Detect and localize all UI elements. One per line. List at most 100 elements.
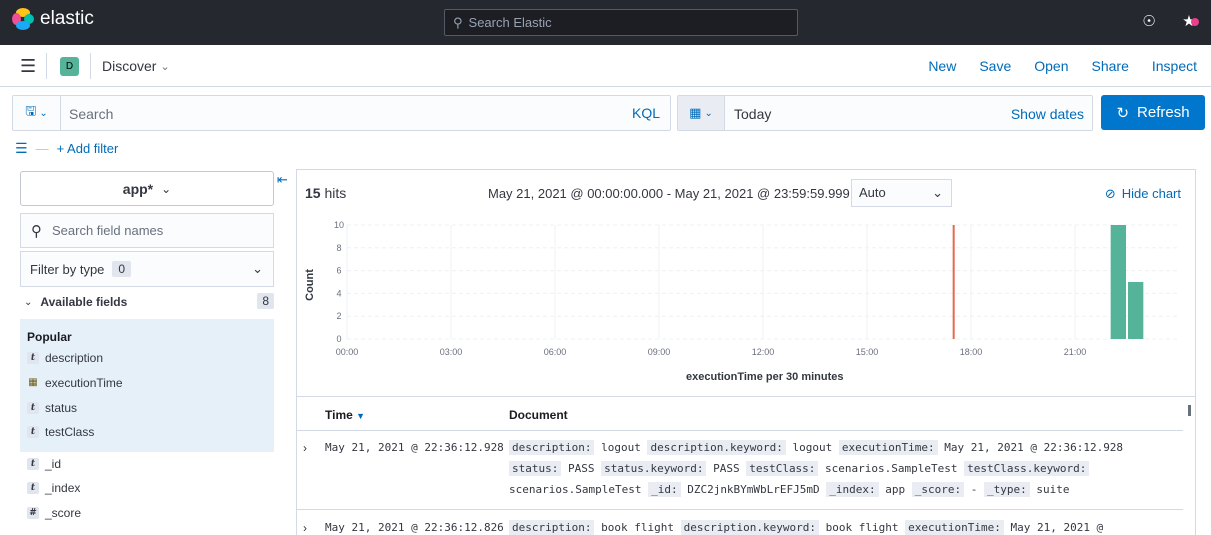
x-tick-label: 09:00 <box>648 347 671 357</box>
field-item[interactable]: t _id <box>27 457 61 471</box>
doc-field-value: book flight <box>819 521 906 534</box>
expand-row-icon[interactable]: › <box>303 521 307 535</box>
filter-by-type-label: Filter by type <box>30 261 105 277</box>
field-item[interactable]: t _index <box>27 481 80 495</box>
field-search-input[interactable]: ⚲ Search field names <box>20 213 274 248</box>
notification-dot <box>1191 18 1199 26</box>
kql-toggle[interactable]: KQL <box>632 105 660 121</box>
inspect-link[interactable]: Inspect <box>1152 58 1197 74</box>
filter-menu-icon[interactable]: ☰ <box>15 140 28 157</box>
collapse-sidebar-icon[interactable]: ⇤ <box>277 172 288 188</box>
field-name: status <box>45 401 78 415</box>
string-type-icon: t <box>27 482 39 494</box>
doc-field-key: status.keyword: <box>601 461 707 476</box>
search-icon: ⚲ <box>453 14 463 30</box>
new-link[interactable]: New <box>928 58 956 74</box>
field-item[interactable]: ▦ executionTime <box>27 376 122 390</box>
y-axis-label: Count <box>304 269 316 301</box>
hits-counter: 15 hits <box>305 185 346 201</box>
available-fields-toggle[interactable]: ⌄ Available fields 8 <box>24 293 274 309</box>
share-link[interactable]: Share <box>1092 58 1129 74</box>
brand-name: elastic <box>40 8 94 29</box>
newsfeed-icon[interactable]: ★ <box>1179 12 1199 32</box>
doc-field-value: suite <box>1029 483 1070 496</box>
field-search-placeholder: Search field names <box>52 223 164 238</box>
app-breadcrumb[interactable]: Discover ⌄ <box>102 58 170 74</box>
saved-query-button[interactable]: 🖫 ⌄ <box>13 96 61 130</box>
y-tick-label: 6 <box>336 266 341 276</box>
divider: — <box>35 141 49 156</box>
chart-bars <box>1110 225 1144 339</box>
doc-field-key: testClass: <box>746 461 819 476</box>
field-item[interactable]: t testClass <box>27 425 94 439</box>
scrollbar[interactable] <box>1188 405 1191 416</box>
elastic-logo[interactable]: elastic <box>12 8 94 30</box>
space-avatar[interactable]: D <box>60 57 79 76</box>
filter-bar: ☰ — + Add filter <box>15 140 118 157</box>
field-item[interactable]: t status <box>27 401 77 415</box>
doc-field-value: logout <box>594 441 648 454</box>
doc-field-key: _score: <box>911 482 965 497</box>
field-item[interactable]: t description <box>27 351 103 365</box>
y-tick-label: 10 <box>334 220 344 230</box>
doc-field-value: scenarios.SampleTest <box>818 462 965 475</box>
x-tick-label: 00:00 <box>336 347 359 357</box>
global-header: elastic ⚲ Search Elastic ☉ ★ <box>0 0 1211 45</box>
divider <box>297 430 1183 431</box>
refresh-button[interactable]: ↻ Refresh <box>1101 95 1205 130</box>
add-filter-button[interactable]: + Add filter <box>57 141 119 156</box>
global-search-input[interactable]: ⚲ Search Elastic <box>444 9 798 36</box>
histogram-bar <box>1128 282 1144 339</box>
field-name: _score <box>45 506 82 520</box>
x-axis-label: executionTime per 30 minutes <box>686 371 844 383</box>
field-item[interactable]: # _score <box>27 506 81 520</box>
interval-select[interactable]: Auto ⌄ <box>851 179 952 207</box>
histogram-chart[interactable]: 0 2 4 6 8 10 00:00 03:00 06:00 09:00 12:00 15:00 18… <box>297 215 1195 365</box>
chevron-down-icon: ⌄ <box>252 261 263 276</box>
x-tick-label: 21:00 <box>1064 347 1087 357</box>
filter-count-badge: 0 <box>112 261 132 277</box>
interval-value: Auto <box>859 185 886 200</box>
divider <box>46 53 47 79</box>
string-type-icon: t <box>27 352 39 364</box>
document-table: Time ▼ Document › May 21, 2021 @ 22:36:1… <box>297 396 1195 535</box>
chevron-down-icon: ⌄ <box>161 181 172 196</box>
x-tick-label: 06:00 <box>544 347 567 357</box>
x-tick-label: 12:00 <box>752 347 775 357</box>
expand-row-icon[interactable]: › <box>303 441 307 455</box>
date-picker: ▦ ⌄ Today Show dates <box>677 95 1093 131</box>
x-tick-label: 15:00 <box>856 347 879 357</box>
chevron-down-icon: ⌄ <box>160 60 170 73</box>
eye-closed-icon: ⊘ <box>1104 186 1116 201</box>
menu-icon[interactable]: ☰ <box>20 56 36 77</box>
doc-field-key: _id: <box>648 482 681 497</box>
refresh-icon: ↻ <box>1116 104 1130 122</box>
query-input[interactable]: Search <box>69 106 113 122</box>
doc-field-key: status: <box>509 461 562 476</box>
available-fields-count: 8 <box>257 293 274 309</box>
index-pattern-selector[interactable]: app* ⌄ <box>20 171 274 206</box>
quick-date-button[interactable]: ▦ ⌄ <box>678 96 725 130</box>
show-dates-button[interactable]: Show dates <box>1011 106 1084 122</box>
date-value[interactable]: Today <box>734 106 771 122</box>
app-bar: ☰ D Discover ⌄ New Save Open Share Inspe… <box>0 45 1211 87</box>
time-column-header[interactable]: Time ▼ <box>325 408 365 422</box>
help-icon[interactable]: ☉ <box>1139 12 1159 32</box>
sort-down-icon: ▼ <box>356 411 366 421</box>
hide-chart-button[interactable]: ⊘ Hide chart <box>1105 186 1181 202</box>
chevron-down-icon: ⌄ <box>932 185 943 200</box>
doc-field-value: logout <box>785 441 839 454</box>
doc-field-value: May 21, 2021 @ 22:36:12.928 <box>937 441 1124 454</box>
histogram-bar <box>1110 225 1126 339</box>
field-name: testClass <box>45 425 95 439</box>
calendar-icon: ▦ <box>689 105 702 120</box>
open-link[interactable]: Open <box>1034 58 1068 74</box>
index-pattern-label: app* <box>122 180 154 197</box>
filter-by-type-button[interactable]: Filter by type 0 ⌄ <box>20 251 274 287</box>
date-type-icon: ▦ <box>28 377 38 388</box>
hits-count: 15 <box>305 185 321 201</box>
date-range-text: May 21, 2021 @ 00:00:00.000 - May 21, 20… <box>488 186 850 201</box>
doc-field-value: scenarios.SampleTest <box>509 483 649 496</box>
field-name: _index <box>45 481 81 495</box>
save-link[interactable]: Save <box>979 58 1011 74</box>
